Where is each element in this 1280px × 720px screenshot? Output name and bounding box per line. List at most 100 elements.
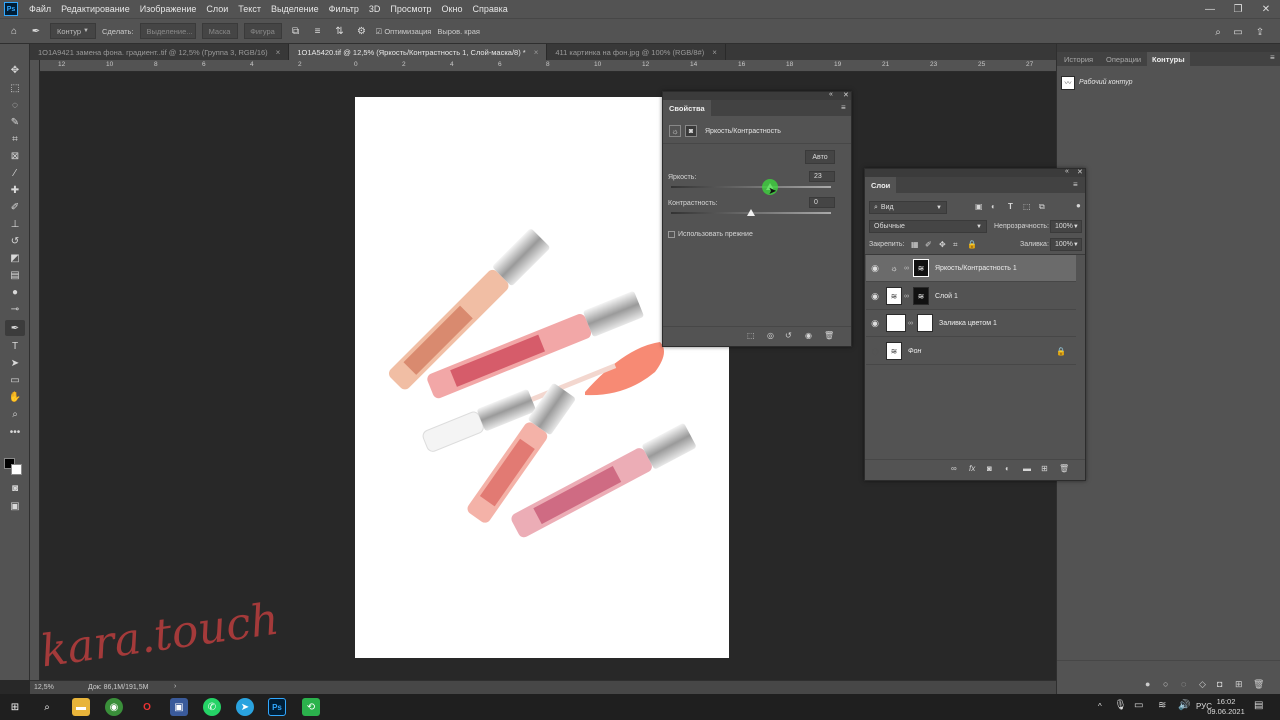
chrome-icon[interactable]: ◉ [105,698,123,716]
visibility-eye-icon[interactable]: ◉ [866,291,884,302]
home-icon[interactable]: ⌂ [6,23,22,39]
link-chain-icon[interactable]: ∞ [902,265,911,272]
reset-icon[interactable]: ↺ [785,331,792,340]
make-mask-button[interactable]: Маска [201,23,238,39]
telegram-icon[interactable]: ➤ [236,698,254,716]
share-icon[interactable]: ⇪ [1252,24,1268,40]
path-operations-icon[interactable]: ⧉ [288,23,304,39]
visibility-eye-icon[interactable]: ◉ [805,331,812,340]
crop-tool-icon[interactable]: ⌗ [5,131,25,147]
view-previous-icon[interactable]: ◎ [767,331,774,340]
menu-type[interactable]: Текст [233,4,266,14]
brightness-slider[interactable] [671,186,831,188]
layer-mask-thumbnail[interactable] [917,314,933,332]
work-path-item[interactable]: Рабочий контур [1079,79,1133,86]
gear-icon[interactable]: ⚙ [354,23,370,39]
more-tools-icon[interactable]: ••• [5,424,25,440]
layer-row[interactable]: ◉ ≋ ∞ ≋ Слой 1 [866,283,1076,310]
visibility-eye-icon[interactable]: ◉ [866,263,884,274]
filter-shape-icon[interactable]: ⬚ [1023,202,1031,211]
photoshop-taskbar-icon[interactable]: Ps [268,698,286,716]
tab-properties[interactable]: Свойства [663,100,711,116]
new-adjustment-icon[interactable]: ◐ [1005,464,1010,473]
panel-menu-icon[interactable]: ≡ [841,103,846,112]
blend-mode-select[interactable]: Обычные ▼ [869,220,987,233]
tab-history[interactable]: История [1059,52,1098,66]
blur-tool-icon[interactable]: ● [5,284,25,300]
make-selection-button[interactable]: Выделение... [139,23,196,39]
fill-path-icon[interactable]: ● [1145,679,1150,689]
app-icon[interactable]: ⟲ [302,698,320,716]
link-layers-icon[interactable]: ∞ [951,464,957,473]
selection-to-path-icon[interactable]: ◇ [1199,679,1206,690]
path-alignment-icon[interactable]: ≡ [310,23,326,39]
opera-icon[interactable]: O [138,698,156,716]
frame-tool-icon[interactable]: ⊠ [5,148,25,164]
quick-mask-icon[interactable]: ◙ [5,480,25,496]
move-tool-icon[interactable]: ✥ [5,62,25,78]
fill-input[interactable]: 100% ▼ [1050,238,1082,251]
menu-window[interactable]: Окно [437,4,468,14]
link-chain-icon[interactable]: ∞ [902,293,911,300]
search-icon[interactable]: ⌕ [1210,24,1226,40]
menu-edit[interactable]: Редактирование [56,4,135,14]
auto-button[interactable]: Авто [805,150,835,164]
layer-filter-select[interactable]: ⌕ Вид ▼ [869,201,947,214]
tab-layers[interactable]: Слои [865,177,897,193]
path-select-tool-icon[interactable]: ➤ [5,355,25,371]
search-icon[interactable]: ⌕ [38,698,56,716]
filter-pixel-icon[interactable]: ▣ [975,202,983,211]
visibility-eye-icon[interactable]: ◉ [866,346,884,357]
menu-filter[interactable]: Фильтр [324,4,364,14]
tab-actions[interactable]: Операции [1101,52,1146,66]
history-brush-tool-icon[interactable]: ↺ [5,233,25,249]
eyedropper-tool-icon[interactable]: ⁄ [5,165,25,181]
workspace-icon[interactable]: ▭ [1230,24,1246,40]
close-icon[interactable]: ✕ [1077,168,1083,176]
quick-select-tool-icon[interactable]: ✎ [5,114,25,130]
file-explorer-icon[interactable]: ▬ [72,698,90,716]
rectangle-tool-icon[interactable]: ▭ [5,372,25,388]
fx-icon[interactable]: fx [969,464,975,473]
align-edges-label[interactable]: Выров. края [437,27,480,36]
layer-mask-thumbnail[interactable]: ≋ [913,259,929,277]
menu-help[interactable]: Справка [467,4,512,14]
lasso-tool-icon[interactable]: ◌ [5,97,25,113]
trash-icon[interactable]: 🗑 [824,331,834,340]
clock-time[interactable]: 16:02 [1212,697,1240,706]
eraser-tool-icon[interactable]: ◩ [5,250,25,266]
clip-to-layer-icon[interactable]: ⬚ [747,331,755,340]
layer-row[interactable]: ◉ ∞ Заливка цветом 1 [866,310,1076,337]
lock-icon[interactable]: 🔒 [1056,347,1066,356]
add-mask-icon[interactable]: ◘ [1217,679,1222,689]
brightness-adjustment-icon[interactable]: ☼ [669,125,681,137]
opacity-input[interactable]: 100% ▼ [1050,220,1082,233]
filter-toggle-icon[interactable]: ● [1076,201,1081,210]
wifi-icon[interactable]: ≋ [1158,700,1166,711]
menu-image[interactable]: Изображение [135,4,202,14]
panel-menu-icon[interactable]: ≡ [1073,180,1078,189]
lock-position-icon[interactable]: ✥ [939,240,946,249]
healing-brush-tool-icon[interactable]: ✚ [5,182,25,198]
menu-select[interactable]: Выделение [266,4,324,14]
marquee-tool-icon[interactable]: ⬚ [5,80,25,96]
lock-artboard-icon[interactable]: ⌗ [953,240,958,250]
make-shape-button[interactable]: Фигура [243,23,282,39]
new-layer-icon[interactable]: ⊞ [1041,464,1048,473]
volume-icon[interactable]: 🔊 [1178,700,1190,711]
layer-row[interactable]: ◉ ≋ Фон 🔒 [866,338,1076,365]
layer-row[interactable]: ◉ ☼ ∞ ≋ Яркость/Контрастность 1 [866,255,1076,282]
mask-icon[interactable]: ◙ [685,125,697,137]
panel-menu-icon[interactable]: ≡ [1270,53,1275,62]
maximize-button[interactable]: ❐ [1224,0,1252,18]
close-icon[interactable]: × [276,48,281,57]
menu-file[interactable]: Файл [24,4,56,14]
contrast-slider-thumb[interactable] [747,209,755,216]
menu-3d[interactable]: 3D [364,4,386,14]
visibility-eye-icon[interactable]: ◉ [866,318,884,329]
whatsapp-icon[interactable]: ✆ [203,698,221,716]
new-path-icon[interactable]: ⊞ [1235,679,1243,690]
menu-layers[interactable]: Слои [201,4,233,14]
contrast-input[interactable]: 0 [809,197,835,208]
doc-tab-3[interactable]: 411 картинка на фон.jpg @ 100% (RGB/8#) × [547,44,726,60]
